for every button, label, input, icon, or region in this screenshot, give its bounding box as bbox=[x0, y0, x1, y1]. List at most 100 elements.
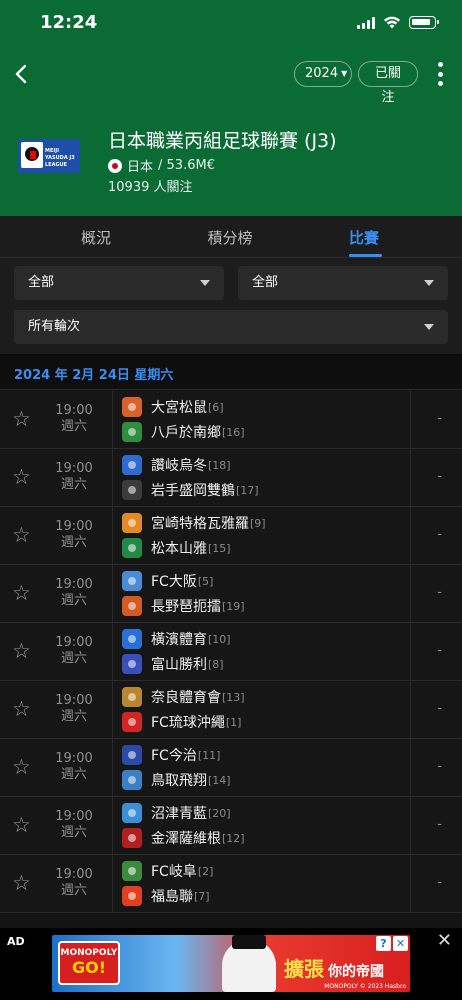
ad-headline-block: 擴張 你的帝國 bbox=[284, 953, 384, 982]
home-team: 奈良體育會 [13] bbox=[122, 686, 245, 708]
caret-down-icon: ▼ bbox=[341, 69, 348, 78]
divider bbox=[410, 855, 411, 912]
home-team: 讚岐烏冬 [18] bbox=[122, 454, 231, 476]
home-team-crest-icon bbox=[122, 861, 142, 881]
favorite-star-icon[interactable]: ☆ bbox=[12, 873, 31, 894]
divider bbox=[112, 565, 113, 622]
league-value: / 53.6M€ bbox=[158, 158, 215, 173]
divider bbox=[410, 449, 411, 506]
favorite-star-icon[interactable]: ☆ bbox=[12, 699, 31, 720]
tab-standings[interactable]: 積分榜 bbox=[190, 227, 270, 248]
home-team-rank: [11] bbox=[197, 748, 221, 762]
divider bbox=[112, 855, 113, 912]
league-logo: MEIJI YASUDA J3 LEAGUE bbox=[18, 139, 80, 173]
match-time: 19:00 bbox=[55, 577, 93, 592]
match-score: - bbox=[437, 701, 442, 716]
home-team-rank: [5] bbox=[197, 574, 214, 588]
back-arrow-icon[interactable] bbox=[8, 60, 36, 88]
match-row[interactable]: ☆ 19:00 週六 FC大阪 [5] 長野琶扼擂 [19] - bbox=[0, 565, 462, 623]
tab-matches[interactable]: 比賽 bbox=[324, 227, 404, 248]
home-team-name: 橫濱體育 bbox=[151, 632, 207, 648]
japan-flag-icon bbox=[108, 158, 122, 173]
away-team-rank: [16] bbox=[222, 425, 245, 439]
home-team-name: 大宮松鼠 bbox=[151, 400, 207, 416]
match-score: - bbox=[437, 527, 442, 542]
home-team-name: FC岐阜 bbox=[151, 864, 197, 880]
away-team: 松本山雅 [15] bbox=[122, 537, 231, 559]
date-header: 2024 年 2月 24日 星期六 bbox=[0, 354, 462, 390]
year-selector[interactable]: 2024 ▼ bbox=[294, 61, 352, 87]
home-team-name: FC大阪 bbox=[151, 574, 197, 590]
home-team: FC大阪 [5] bbox=[122, 570, 213, 592]
match-row[interactable]: ☆ 19:00 週六 橫濱體育 [10] 富山勝利 [8] - bbox=[0, 623, 462, 681]
match-time: 19:00 bbox=[55, 519, 93, 534]
away-team-name: 福島聯 bbox=[151, 889, 193, 905]
match-row[interactable]: ☆ 19:00 週六 FC今治 [11] 鳥取飛翔 [14] - bbox=[0, 739, 462, 797]
home-team-name: 讚岐烏冬 bbox=[151, 458, 207, 474]
ad-choices-close-icon[interactable]: ✕ bbox=[393, 936, 408, 951]
follow-button[interactable]: 已關注 bbox=[358, 61, 418, 105]
favorite-star-icon[interactable]: ☆ bbox=[12, 641, 31, 662]
match-row[interactable]: ☆ 19:00 週六 奈良體育會 [13] FC琉球沖繩 [1] - bbox=[0, 681, 462, 739]
home-team-rank: [18] bbox=[208, 458, 231, 472]
round-dropdown[interactable]: 所有輪次 bbox=[14, 310, 448, 344]
favorite-star-icon[interactable]: ☆ bbox=[12, 409, 31, 430]
favorite-star-icon[interactable]: ☆ bbox=[12, 525, 31, 546]
match-row[interactable]: ☆ 19:00 週六 讚岐烏冬 [18] 岩手盛岡雙鶴 [17] - bbox=[0, 449, 462, 507]
home-team-crest-icon bbox=[122, 745, 142, 765]
away-team-crest-icon bbox=[122, 712, 142, 732]
match-day: 週六 bbox=[60, 477, 87, 492]
match-day: 週六 bbox=[60, 883, 87, 898]
match-score: - bbox=[437, 411, 442, 426]
wifi-icon bbox=[384, 16, 400, 29]
favorite-star-icon[interactable]: ☆ bbox=[12, 815, 31, 836]
divider bbox=[112, 449, 113, 506]
ad-mascot-image bbox=[222, 935, 276, 992]
match-row[interactable]: ☆ 19:00 週六 沼津青藍 [20] 金澤薩維根 [12] - bbox=[0, 797, 462, 855]
match-row[interactable]: ☆ 19:00 週六 宮崎特格瓦雅羅 [9] 松本山雅 [15] - bbox=[0, 507, 462, 565]
away-team-crest-icon bbox=[122, 770, 142, 790]
favorite-star-icon[interactable]: ☆ bbox=[12, 757, 31, 778]
filter-dropdown-2[interactable]: 全部 bbox=[238, 266, 448, 300]
match-time-block: 19:00 週六 bbox=[44, 635, 104, 667]
home-team: 沼津青藍 [20] bbox=[122, 802, 231, 824]
away-team-rank: [12] bbox=[222, 831, 245, 845]
ad-brand-logo: MONOPOLY GO! bbox=[58, 941, 120, 985]
match-time-block: 19:00 週六 bbox=[44, 867, 104, 899]
league-logo-text: MEIJI YASUDA J3 LEAGUE bbox=[45, 148, 75, 168]
ad-info-icon[interactable]: ? bbox=[376, 936, 391, 951]
match-time-block: 19:00 週六 bbox=[44, 693, 104, 725]
match-time: 19:00 bbox=[55, 403, 93, 418]
home-team: 宮崎特格瓦雅羅 [9] bbox=[122, 512, 266, 534]
away-team-name: FC琉球沖繩 bbox=[151, 715, 225, 731]
divider bbox=[112, 797, 113, 854]
home-team-crest-icon bbox=[122, 629, 142, 649]
active-tab-indicator bbox=[349, 254, 382, 257]
more-options-icon[interactable] bbox=[438, 62, 444, 86]
tab-overview[interactable]: 概況 bbox=[56, 227, 136, 248]
match-score: - bbox=[437, 585, 442, 600]
close-icon[interactable]: ✕ bbox=[437, 930, 452, 951]
home-team: FC今治 [11] bbox=[122, 744, 220, 766]
home-team-name: 沼津青藍 bbox=[151, 806, 207, 822]
favorite-star-icon[interactable]: ☆ bbox=[12, 583, 31, 604]
away-team-name: 金澤薩維根 bbox=[151, 831, 221, 847]
away-team-crest-icon bbox=[122, 654, 142, 674]
filter-dropdown-1[interactable]: 全部 bbox=[14, 266, 224, 300]
ad-brand-top: MONOPOLY bbox=[60, 948, 118, 958]
ad-banner[interactable]: MONOPOLY GO! 擴張 你的帝國 ? ✕ MONOPOLY © 2023 … bbox=[52, 935, 410, 992]
match-time: 19:00 bbox=[55, 461, 93, 476]
league-country: 日本 bbox=[127, 160, 154, 175]
league-header: 12:24 2024 ▼ 已關注 MEIJI YASUDA J3 LEAGUE 日… bbox=[0, 0, 462, 216]
home-team-crest-icon bbox=[122, 687, 142, 707]
match-score: - bbox=[437, 643, 442, 658]
divider bbox=[112, 507, 113, 564]
favorite-star-icon[interactable]: ☆ bbox=[12, 467, 31, 488]
away-team: 鳥取飛翔 [14] bbox=[122, 769, 231, 791]
away-team: FC琉球沖繩 [1] bbox=[122, 711, 241, 733]
match-row[interactable]: ☆ 19:00 週六 FC岐阜 [2] 福島聯 [7] - bbox=[0, 855, 462, 913]
away-team-name: 松本山雅 bbox=[151, 541, 207, 557]
home-team-name: 宮崎特格瓦雅羅 bbox=[151, 516, 249, 532]
match-row[interactable]: ☆ 19:00 週六 大宮松鼠 [6] 八戶於南鄉 [16] - bbox=[0, 391, 462, 449]
divider bbox=[410, 507, 411, 564]
